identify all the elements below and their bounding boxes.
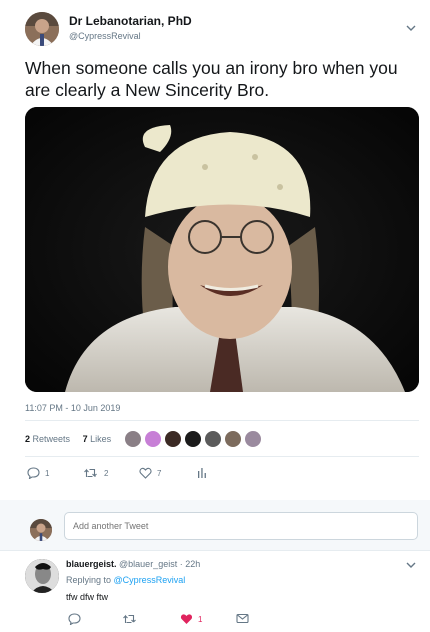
retweets-count: 2 xyxy=(25,434,31,444)
liker-avatar[interactable] xyxy=(125,431,141,447)
reply-count: 1 xyxy=(45,468,50,478)
likes-stat[interactable]: 7 Likes xyxy=(83,434,117,444)
compose-bar xyxy=(0,510,430,550)
tweet-media-gif[interactable] xyxy=(25,107,419,392)
retweets-stat[interactable]: 2 Retweets xyxy=(25,434,75,444)
reply-author-name[interactable]: blauergeist. xyxy=(66,559,117,569)
retweet-icon xyxy=(84,468,97,478)
like-button[interactable]: 7 xyxy=(139,467,161,479)
current-user-avatar[interactable] xyxy=(30,519,52,541)
reply-bubble-icon xyxy=(27,467,40,479)
reply-actions: 1 xyxy=(66,613,266,627)
liker-avatar[interactable] xyxy=(205,431,221,447)
chevron-down-icon[interactable] xyxy=(406,24,416,35)
reply-text: tfw dfw ftw xyxy=(66,592,109,602)
retweets-label: Retweets xyxy=(32,434,71,444)
tweet-text: When someone calls you an irony bro when… xyxy=(25,58,398,100)
reply-author-handle[interactable]: @blauer_geist xyxy=(119,559,177,569)
retweet-icon xyxy=(123,614,136,624)
tweet-timestamp[interactable]: 11:07 PM - 10 Jun 2019 xyxy=(25,403,120,413)
reply-time[interactable]: 22h xyxy=(185,559,200,569)
analytics-bars-icon xyxy=(198,468,206,478)
liker-avatar[interactable] xyxy=(225,431,241,447)
heart-icon xyxy=(180,614,193,624)
envelope-icon xyxy=(236,613,249,624)
replying-prefix: Replying to xyxy=(66,575,112,585)
analytics-button[interactable] xyxy=(197,467,207,479)
reply-button[interactable]: 1 xyxy=(27,467,49,479)
liker-avatar[interactable] xyxy=(245,431,261,447)
chevron-down-icon[interactable] xyxy=(406,561,416,572)
liker-avatar[interactable] xyxy=(145,431,161,447)
reply-like-count: 1 xyxy=(198,614,203,624)
likers-avatars xyxy=(125,431,265,448)
reply-bubble-icon xyxy=(68,613,81,625)
like-count: 7 xyxy=(157,468,162,478)
liker-avatar[interactable] xyxy=(165,431,181,447)
divider xyxy=(25,420,419,421)
author-handle[interactable]: @CypressRevival xyxy=(69,31,141,41)
reply-button[interactable] xyxy=(68,613,81,625)
retweet-button[interactable]: 2 xyxy=(83,467,108,479)
replying-to: Replying to @CypressRevival xyxy=(66,575,185,585)
main-tweet: Dr Lebanotarian, PhD @CypressRevival Whe… xyxy=(0,0,430,500)
tweet-actions: 1 2 7 xyxy=(25,467,225,481)
reply-tweet: blauergeist. @blauer_geist · 22h Replyin… xyxy=(0,550,430,632)
heart-icon xyxy=(139,467,152,479)
likes-count: 7 xyxy=(82,434,88,444)
likes-label: Likes xyxy=(90,434,112,444)
direct-message-button[interactable] xyxy=(236,613,249,624)
tweet-stats: 2 Retweets 7 Likes xyxy=(25,434,121,444)
liker-avatar[interactable] xyxy=(185,431,201,447)
section-spacer xyxy=(0,500,430,510)
like-button[interactable]: 1 xyxy=(180,613,202,625)
reply-author-avatar[interactable] xyxy=(25,559,59,593)
divider xyxy=(25,456,419,457)
separator-dot: · xyxy=(179,559,183,569)
add-tweet-input[interactable] xyxy=(64,512,418,540)
author-avatar[interactable] xyxy=(25,12,59,46)
replying-to-link[interactable]: @CypressRevival xyxy=(114,575,186,585)
retweet-button[interactable] xyxy=(122,613,138,625)
retweet-count: 2 xyxy=(104,468,109,478)
author-name[interactable]: Dr Lebanotarian, PhD xyxy=(69,14,192,28)
reply-header: blauergeist. @blauer_geist · 22h xyxy=(66,559,200,569)
